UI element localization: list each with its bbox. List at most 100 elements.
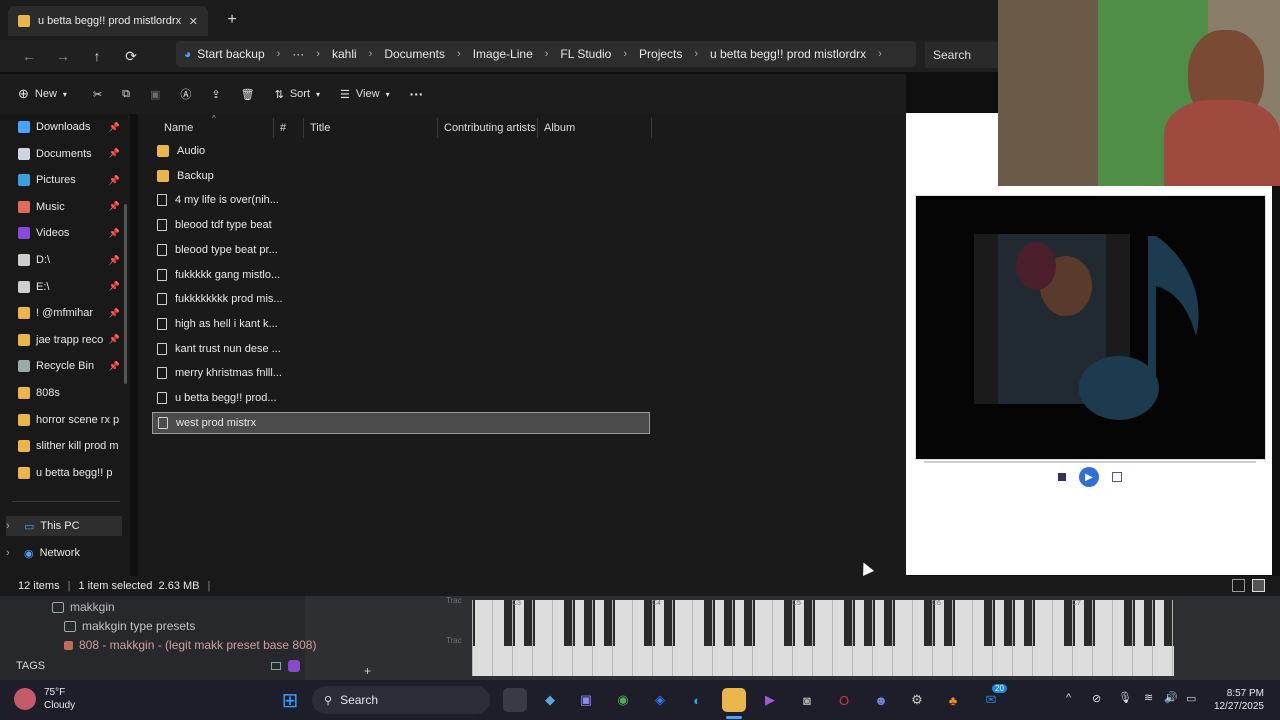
black-key[interactable] — [1004, 600, 1015, 646]
black-key[interactable] — [724, 600, 735, 646]
crumb-documents[interactable]: Documents — [384, 47, 445, 61]
search-input[interactable]: Search — [925, 42, 1006, 68]
pin-icon[interactable]: 📌 — [109, 361, 120, 372]
black-key[interactable] — [584, 600, 595, 646]
up-button[interactable]: ↑ — [80, 42, 114, 70]
file-row[interactable]: high as hell i kant k... — [152, 313, 650, 335]
piano-keyboard[interactable]: C3 C4 C5 C6 C7 — [472, 600, 1174, 676]
edge-icon[interactable]: ◐ — [685, 688, 709, 712]
view-button[interactable]: ☰ View ▾ — [330, 79, 400, 109]
black-key[interactable] — [984, 600, 995, 646]
pin-icon[interactable]: 📌 — [109, 148, 120, 159]
network-muted-icon[interactable]: ⊘ — [1092, 692, 1101, 705]
browser-preset-808[interactable]: 808 - makkgin - (legit makk preset base … — [64, 638, 316, 652]
back-button[interactable]: ← — [12, 42, 46, 70]
sidebar-item[interactable]: jae trapp reco 📌 — [18, 330, 126, 350]
chrome-icon[interactable]: ◉ — [611, 688, 635, 712]
sidebar-item[interactable]: 808s — [18, 383, 126, 403]
file-row[interactable]: bleood tdf type beat — [152, 214, 650, 236]
sidebar-item[interactable]: Downloads 📌 — [18, 117, 126, 137]
black-key[interactable] — [1124, 600, 1135, 646]
more-crumbs-button[interactable]: ··· — [292, 47, 304, 61]
sidebar-item[interactable]: slither kill prod m — [18, 436, 126, 456]
file-row[interactable]: 4 my life is over(nih... — [152, 189, 650, 211]
taskbar-search[interactable]: ⚲ Search — [312, 686, 490, 714]
column-header-album[interactable]: Album — [538, 118, 652, 138]
pin-icon[interactable]: 📌 — [109, 281, 120, 292]
column-header-number[interactable]: # — [274, 118, 304, 138]
column-header-artists[interactable]: Contributing artists — [438, 118, 538, 138]
file-explorer-icon[interactable] — [722, 688, 746, 712]
refresh-button[interactable]: ⟳ — [114, 42, 148, 70]
column-header-title[interactable]: Title — [304, 118, 438, 138]
teams-icon[interactable]: ▣ — [574, 688, 598, 712]
pin-icon[interactable]: 📌 — [109, 175, 120, 186]
tiles-view-button[interactable] — [1252, 579, 1265, 592]
pin-icon[interactable]: 📌 — [109, 201, 120, 212]
battery-icon[interactable]: ▭ — [1186, 692, 1196, 705]
black-key[interactable] — [664, 600, 675, 646]
black-key[interactable] — [884, 600, 895, 646]
sidebar-item-network[interactable]: › ◉ Network — [6, 543, 114, 563]
black-key[interactable] — [524, 600, 535, 646]
share-button[interactable]: ⇪ — [201, 79, 230, 109]
sidebar-item[interactable]: D:\ 📌 — [18, 250, 126, 270]
pin-icon[interactable]: 📌 — [109, 122, 120, 133]
task-view-icon[interactable] — [503, 688, 527, 712]
black-key[interactable] — [564, 600, 575, 646]
sidebar-item[interactable]: Music 📌 — [18, 197, 126, 217]
chevron-right-icon[interactable]: › — [878, 48, 882, 60]
more-options-button[interactable]: ··· — [400, 79, 434, 109]
black-key[interactable] — [944, 600, 955, 646]
tags-label[interactable]: TAGS — [16, 660, 45, 672]
nav-scrollbar[interactable] — [124, 204, 127, 384]
file-row[interactable]: fukkkkk gang mistlo... — [152, 264, 650, 286]
clock[interactable]: 8:57 PM 12/27/2025 — [1204, 687, 1264, 713]
video-editor-icon[interactable]: ▶ — [758, 688, 782, 712]
browser-folder-makkgin[interactable]: makkgin — [52, 600, 115, 614]
black-key[interactable] — [604, 600, 615, 646]
black-key[interactable] — [804, 600, 815, 646]
chevron-right-icon[interactable]: › — [6, 520, 18, 532]
black-key[interactable] — [1024, 600, 1035, 646]
rename-button[interactable]: Ⓐ — [170, 79, 201, 109]
close-tab-icon[interactable]: ✕ — [189, 15, 198, 28]
file-row[interactable]: west prod mistrx — [152, 411, 650, 434]
dropbox-icon[interactable]: ◈ — [648, 688, 672, 712]
pin-icon[interactable]: 📌 — [109, 228, 120, 239]
new-tab-button[interactable]: + — [222, 10, 242, 30]
details-view-button[interactable] — [1232, 579, 1245, 592]
sidebar-item[interactable]: E:\ 📌 — [18, 277, 126, 297]
tab-current-folder[interactable]: u betta begg!! prod mistlordrx ✕ — [8, 6, 208, 36]
forward-button[interactable]: → — [46, 42, 80, 70]
paste-button[interactable]: ▣ — [140, 79, 170, 109]
chevron-right-icon[interactable]: › — [6, 547, 18, 559]
crumb-current[interactable]: u betta begg!! prod mistlordrx — [710, 47, 866, 61]
weather-widget[interactable]: 75°F Cloudy — [14, 686, 75, 712]
sidebar-item[interactable]: Videos 📌 — [18, 223, 126, 243]
settings-icon[interactable]: ⚙ — [905, 688, 929, 712]
stop-button[interactable] — [1058, 473, 1066, 481]
microphone-icon[interactable]: 🎙 — [1118, 691, 1132, 704]
crumb-image-line[interactable]: Image-Line — [473, 47, 533, 61]
black-key[interactable] — [864, 600, 875, 646]
black-key[interactable] — [1084, 600, 1095, 646]
file-row[interactable]: bleood type beat pr... — [152, 239, 650, 261]
pin-icon[interactable]: 📌 — [109, 334, 120, 345]
sidebar-item[interactable]: ! @mfmihar 📌 — [18, 303, 126, 323]
show-hidden-icons[interactable]: ^ — [1066, 692, 1071, 704]
sidebar-item[interactable]: horror scene rx p — [18, 410, 126, 430]
file-row[interactable]: Backup — [152, 165, 650, 187]
add-button[interactable]: + — [364, 664, 371, 678]
sidebar-item[interactable]: Documents 📌 — [18, 144, 126, 164]
black-key[interactable] — [744, 600, 755, 646]
black-key[interactable] — [1144, 600, 1155, 646]
search-icon[interactable] — [288, 660, 300, 672]
file-row[interactable]: u betta begg!! prod... — [152, 387, 650, 409]
opera-icon[interactable]: O — [832, 688, 856, 712]
file-row[interactable]: merry khristmas fnlll... — [152, 362, 650, 384]
media-progress-track[interactable] — [924, 461, 1256, 463]
start-button[interactable]: ⊞ — [278, 688, 302, 712]
copy-button[interactable]: ⧉ — [112, 79, 140, 109]
new-button[interactable]: ⊕ New ▾ — [8, 79, 77, 109]
